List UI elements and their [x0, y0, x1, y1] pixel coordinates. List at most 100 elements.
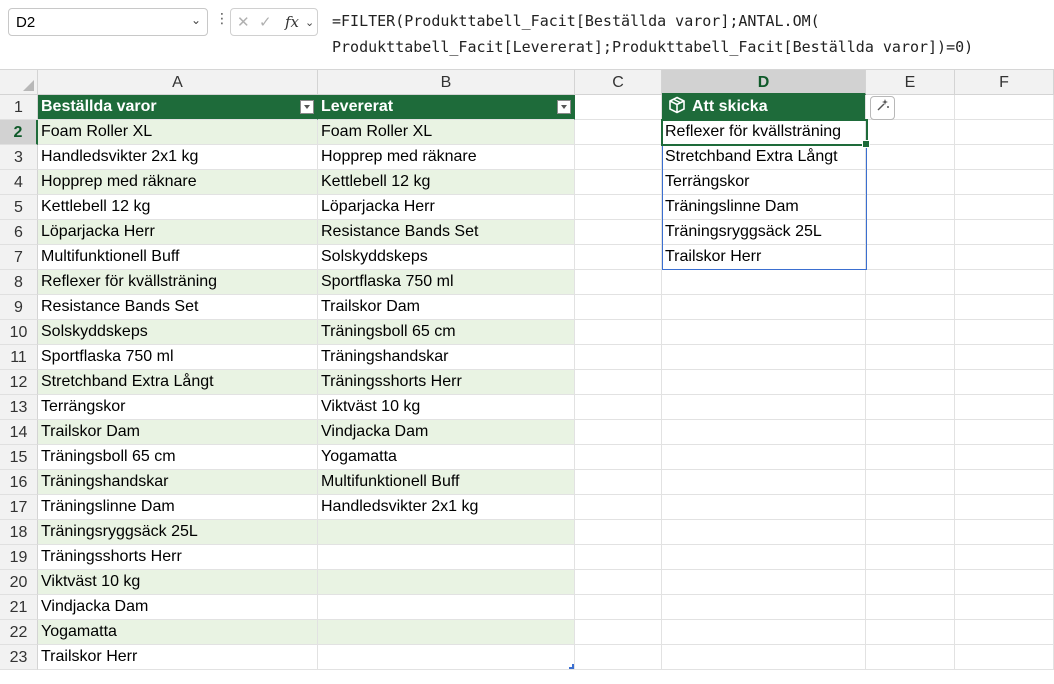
cell-e23[interactable] — [866, 645, 955, 670]
cell-f4[interactable] — [955, 170, 1054, 195]
column-header-b[interactable]: B — [318, 70, 575, 95]
row-header-15[interactable]: 15 — [0, 445, 38, 470]
cell-e15[interactable] — [866, 445, 955, 470]
cell-b15[interactable]: Yogamatta — [318, 445, 575, 470]
cell-e17[interactable] — [866, 495, 955, 520]
cell-f1[interactable] — [955, 95, 1054, 120]
cell-c9[interactable] — [575, 295, 662, 320]
cell-a12[interactable]: Stretchband Extra Långt — [38, 370, 318, 395]
cell-b2[interactable]: Foam Roller XL — [318, 120, 575, 145]
cell-d12[interactable] — [662, 370, 866, 395]
filter-dropdown-button[interactable] — [557, 100, 571, 114]
cell-c10[interactable] — [575, 320, 662, 345]
cell-c8[interactable] — [575, 270, 662, 295]
cell-e8[interactable] — [866, 270, 955, 295]
cell-d3[interactable]: Stretchband Extra Långt — [662, 145, 866, 170]
column-header-a[interactable]: A — [38, 70, 318, 95]
column-header-e[interactable]: E — [866, 70, 955, 95]
cell-f10[interactable] — [955, 320, 1054, 345]
row-header-21[interactable]: 21 — [0, 595, 38, 620]
cell-b9[interactable]: Trailskor Dam — [318, 295, 575, 320]
cell-c4[interactable] — [575, 170, 662, 195]
cell-c7[interactable] — [575, 245, 662, 270]
cell-b6[interactable]: Resistance Bands Set — [318, 220, 575, 245]
cell-f16[interactable] — [955, 470, 1054, 495]
row-header-8[interactable]: 8 — [0, 270, 38, 295]
cell-e6[interactable] — [866, 220, 955, 245]
cell-b20[interactable] — [318, 570, 575, 595]
cell-d5[interactable]: Träningslinne Dam — [662, 195, 866, 220]
cell-d14[interactable] — [662, 420, 866, 445]
cell-d20[interactable] — [662, 570, 866, 595]
chevron-down-icon[interactable]: ⌄ — [191, 13, 201, 27]
cell-a17[interactable]: Träningslinne Dam — [38, 495, 318, 520]
cell-a20[interactable]: Viktväst 10 kg — [38, 570, 318, 595]
cell-d2[interactable]: Reflexer för kvällsträning — [662, 120, 866, 145]
cell-a14[interactable]: Trailskor Dam — [38, 420, 318, 445]
cell-a1[interactable]: Beställda varor — [38, 95, 318, 120]
cell-e11[interactable] — [866, 345, 955, 370]
column-header-d[interactable]: D — [662, 70, 866, 95]
quick-analysis-button[interactable] — [870, 96, 895, 120]
cell-a23[interactable]: Trailskor Herr — [38, 645, 318, 670]
column-header-f[interactable]: F — [955, 70, 1054, 95]
cell-e13[interactable] — [866, 395, 955, 420]
cell-c22[interactable] — [575, 620, 662, 645]
cell-e12[interactable] — [866, 370, 955, 395]
cell-d11[interactable] — [662, 345, 866, 370]
cell-f22[interactable] — [955, 620, 1054, 645]
cell-a6[interactable]: Löparjacka Herr — [38, 220, 318, 245]
insert-function-icon[interactable]: fx — [285, 13, 299, 31]
cell-f18[interactable] — [955, 520, 1054, 545]
cell-a3[interactable]: Handledsvikter 2x1 kg — [38, 145, 318, 170]
cell-a4[interactable]: Hopprep med räknare — [38, 170, 318, 195]
cell-b10[interactable]: Träningsboll 65 cm — [318, 320, 575, 345]
select-all-corner[interactable] — [0, 70, 38, 95]
cell-c14[interactable] — [575, 420, 662, 445]
cell-f12[interactable] — [955, 370, 1054, 395]
cell-c18[interactable] — [575, 520, 662, 545]
check-icon[interactable]: ✓ — [259, 13, 272, 31]
cell-d17[interactable] — [662, 495, 866, 520]
cell-d16[interactable] — [662, 470, 866, 495]
cell-e21[interactable] — [866, 595, 955, 620]
row-header-1[interactable]: 1 — [0, 95, 38, 120]
cell-a5[interactable]: Kettlebell 12 kg — [38, 195, 318, 220]
cell-c3[interactable] — [575, 145, 662, 170]
cell-d1[interactable]: Att skicka — [662, 95, 866, 120]
cell-c15[interactable] — [575, 445, 662, 470]
cell-f13[interactable] — [955, 395, 1054, 420]
cell-f11[interactable] — [955, 345, 1054, 370]
cell-c19[interactable] — [575, 545, 662, 570]
cell-d19[interactable] — [662, 545, 866, 570]
cell-c16[interactable] — [575, 470, 662, 495]
cell-b21[interactable] — [318, 595, 575, 620]
cell-e2[interactable] — [866, 120, 955, 145]
cell-d21[interactable] — [662, 595, 866, 620]
cell-c21[interactable] — [575, 595, 662, 620]
cell-c11[interactable] — [575, 345, 662, 370]
cell-e19[interactable] — [866, 545, 955, 570]
filter-dropdown-button[interactable] — [300, 100, 314, 114]
cell-d7[interactable]: Trailskor Herr — [662, 245, 866, 270]
cell-b12[interactable]: Träningsshorts Herr — [318, 370, 575, 395]
cell-b23[interactable] — [318, 645, 575, 670]
cell-e16[interactable] — [866, 470, 955, 495]
row-header-9[interactable]: 9 — [0, 295, 38, 320]
cell-f14[interactable] — [955, 420, 1054, 445]
cell-f20[interactable] — [955, 570, 1054, 595]
cell-b17[interactable]: Handledsvikter 2x1 kg — [318, 495, 575, 520]
cell-d15[interactable] — [662, 445, 866, 470]
cell-e7[interactable] — [866, 245, 955, 270]
cell-d23[interactable] — [662, 645, 866, 670]
cancel-icon[interactable]: ✕ — [237, 13, 250, 31]
cell-c6[interactable] — [575, 220, 662, 245]
row-header-10[interactable]: 10 — [0, 320, 38, 345]
cell-f8[interactable] — [955, 270, 1054, 295]
cell-e14[interactable] — [866, 420, 955, 445]
cell-f6[interactable] — [955, 220, 1054, 245]
row-header-17[interactable]: 17 — [0, 495, 38, 520]
cell-a21[interactable]: Vindjacka Dam — [38, 595, 318, 620]
cell-e9[interactable] — [866, 295, 955, 320]
cell-a7[interactable]: Multifunktionell Buff — [38, 245, 318, 270]
